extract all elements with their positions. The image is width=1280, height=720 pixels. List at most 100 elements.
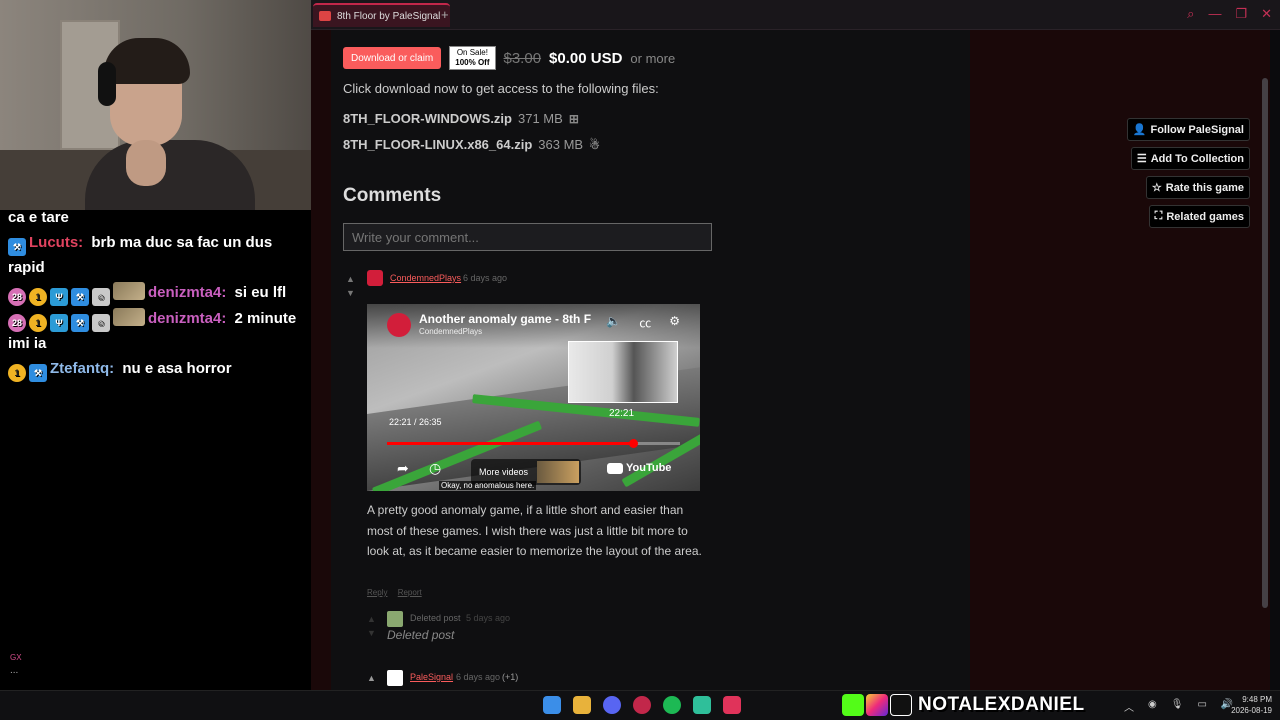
webcam-hand — [126, 140, 166, 186]
comment-actions: Reply Report — [367, 588, 430, 597]
hammer-badge-icon: ⚒ — [8, 238, 26, 256]
video-time: 22:21 / 26:35 — [389, 417, 442, 427]
webcam-feed — [0, 0, 311, 212]
youtube-play-icon — [607, 462, 623, 474]
mic-icon[interactable]: 🎙 — [1171, 699, 1184, 714]
window-controls: ⌕ — ❐ ✕ — [1187, 6, 1272, 22]
seek-preview-time: 22:21 — [609, 408, 635, 419]
chat-line: ca e tare — [8, 206, 303, 230]
page-side-bg — [311, 30, 331, 690]
volume-icon[interactable]: 🔈 — [606, 314, 621, 331]
sub-badge-icon: 28 — [8, 314, 26, 332]
gold-badge-icon: 1 — [29, 314, 47, 332]
emote-badge-icon — [113, 308, 145, 326]
spotify-icon[interactable] — [663, 696, 681, 714]
rate-game-button[interactable]: ☆ Rate this game — [1145, 176, 1250, 199]
display-icon[interactable]: ▭ — [1197, 699, 1206, 714]
downvote-icon[interactable]: ▼ — [367, 628, 376, 638]
youtube-logo[interactable]: YouTube — [607, 462, 671, 474]
comment-time: 6 days ago — [463, 273, 508, 283]
tiktok-app-icon[interactable] — [723, 696, 741, 714]
related-games-button[interactable]: ⛶ Related games — [1148, 205, 1250, 228]
hammer-badge-icon: ⚒ — [71, 288, 89, 306]
purchase-row: Download or claim On Sale! 100% Off $3.0… — [343, 46, 675, 70]
follow-button[interactable]: 👤 Follow PaleSignal — [1126, 118, 1250, 141]
comment-time: 5 days ago — [466, 613, 511, 623]
rate-label: Rate this game — [1165, 181, 1244, 194]
comment-input[interactable] — [343, 223, 712, 251]
more-dots[interactable]: ... — [10, 665, 18, 676]
downvote-icon[interactable]: ▼ — [346, 288, 355, 298]
app-icon[interactable] — [693, 696, 711, 714]
search-icon[interactable]: ⌕ — [1187, 6, 1194, 22]
sub-badge-icon: 28 — [8, 288, 26, 306]
watch-later-icon[interactable]: ◷ — [429, 460, 441, 477]
youtube-embed[interactable]: Another anomaly game - 8th F CondemnedPl… — [367, 304, 700, 491]
close-icon[interactable]: ✕ — [1261, 6, 1272, 22]
avatar[interactable] — [367, 270, 383, 286]
add-to-collection-button[interactable]: ☰ Add To Collection — [1130, 147, 1250, 170]
file-row: 8TH_FLOOR-WINDOWS.zip 371 MB ⊞ — [343, 111, 579, 126]
deleted-body: Deleted post — [387, 628, 455, 642]
cat-badge-icon: ☺ — [92, 314, 110, 332]
chat-username: Lucuts: — [29, 234, 84, 251]
chat-text: si eu lfl — [234, 284, 287, 301]
hammer-badge-icon: ⚒ — [71, 314, 89, 332]
old-price: $3.00 — [503, 49, 542, 67]
map-icon: ⛶ — [1154, 210, 1163, 222]
share-icon[interactable]: ➦ — [397, 460, 409, 477]
related-label: Related games — [1166, 210, 1244, 223]
video-progress-played — [387, 442, 634, 445]
chat-line: 28 1 Ψ ⚒ ☺ denizmta4: si eu lfl — [8, 281, 303, 306]
upvote-icon[interactable]: ▲ — [367, 673, 376, 683]
comment-author[interactable]: PaleSignal — [410, 672, 453, 682]
file-explorer-icon[interactable] — [573, 696, 591, 714]
video-top-controls: 🔈 ㏄ ⚙ — [606, 314, 680, 331]
channel-avatar[interactable] — [387, 313, 411, 337]
discord-tray-icon[interactable]: ◉ — [1148, 699, 1157, 714]
comment-author[interactable]: CondemnedPlays — [390, 273, 461, 283]
upvote-icon[interactable]: ▲ — [346, 274, 355, 284]
browser-tab-active[interactable]: 8th Floor by PaleSignal — [313, 3, 451, 27]
windows-icon: ⊞ — [568, 111, 579, 126]
avatar[interactable] — [387, 670, 403, 686]
file-row: 8TH_FLOOR-LINUX.x86_64.zip 363 MB ☃ — [343, 137, 600, 152]
chat-line: ⚒ Lucuts: brb ma duc sa fac un dus rapid — [8, 231, 303, 280]
browser-tab-bar: 8th Floor by PaleSignal + ⌕ — ❐ ✕ — [311, 0, 1280, 30]
cc-icon[interactable]: ㏄ — [639, 314, 651, 331]
maximize-icon[interactable]: ❐ — [1235, 6, 1247, 22]
reply-link[interactable]: Reply — [367, 588, 387, 597]
video-title[interactable]: Another anomaly game - 8th F — [419, 312, 591, 326]
chat-text: ca e tare — [8, 209, 69, 226]
settings-gear-icon[interactable]: ⚙ — [669, 314, 680, 331]
psi-badge-icon: Ψ — [50, 314, 68, 332]
webcam-headset — [98, 62, 116, 106]
video-caption: Okay, no anomalous here. — [439, 481, 537, 490]
opera-gx-icon[interactable] — [633, 696, 651, 714]
minimize-icon[interactable]: — — [1208, 6, 1221, 22]
new-tab-button[interactable]: + — [441, 7, 449, 22]
page-scrollbar[interactable] — [1262, 78, 1268, 608]
download-lead: Click download now to get access to the … — [343, 81, 659, 96]
video-progress-bar[interactable] — [387, 439, 680, 448]
user-plus-icon: 👤 — [1132, 124, 1147, 136]
sale-line: On Sale! — [456, 48, 488, 57]
windows-start-icon[interactable] — [543, 696, 561, 714]
chevron-up-icon[interactable]: ︿ — [1124, 699, 1134, 714]
itch-tab-icon — [319, 11, 331, 21]
or-more-text: or more — [630, 50, 676, 66]
upvote-icon[interactable]: ▲ — [367, 614, 376, 624]
cat-badge-icon: ☺ — [92, 288, 110, 306]
comment-time: 6 days ago — [456, 672, 501, 682]
file-size: 363 MB — [538, 137, 584, 152]
discord-icon[interactable] — [603, 696, 621, 714]
video-channel[interactable]: CondemnedPlays — [419, 327, 482, 336]
system-clock[interactable]: 9:48 PM 2026-08-19 — [1231, 694, 1272, 716]
report-link[interactable]: Report — [398, 588, 422, 597]
seek-preview-thumbnail — [568, 341, 678, 403]
chat-line: 1 ⚒ Ztefantq: nu e asa horror — [8, 357, 303, 382]
hammer-badge-icon: ⚒ — [29, 364, 47, 382]
download-button[interactable]: Download or claim — [343, 47, 442, 69]
comment-body: A pretty good anomaly game, if a little … — [367, 503, 702, 558]
sale-badge: On Sale! 100% Off — [449, 46, 496, 70]
